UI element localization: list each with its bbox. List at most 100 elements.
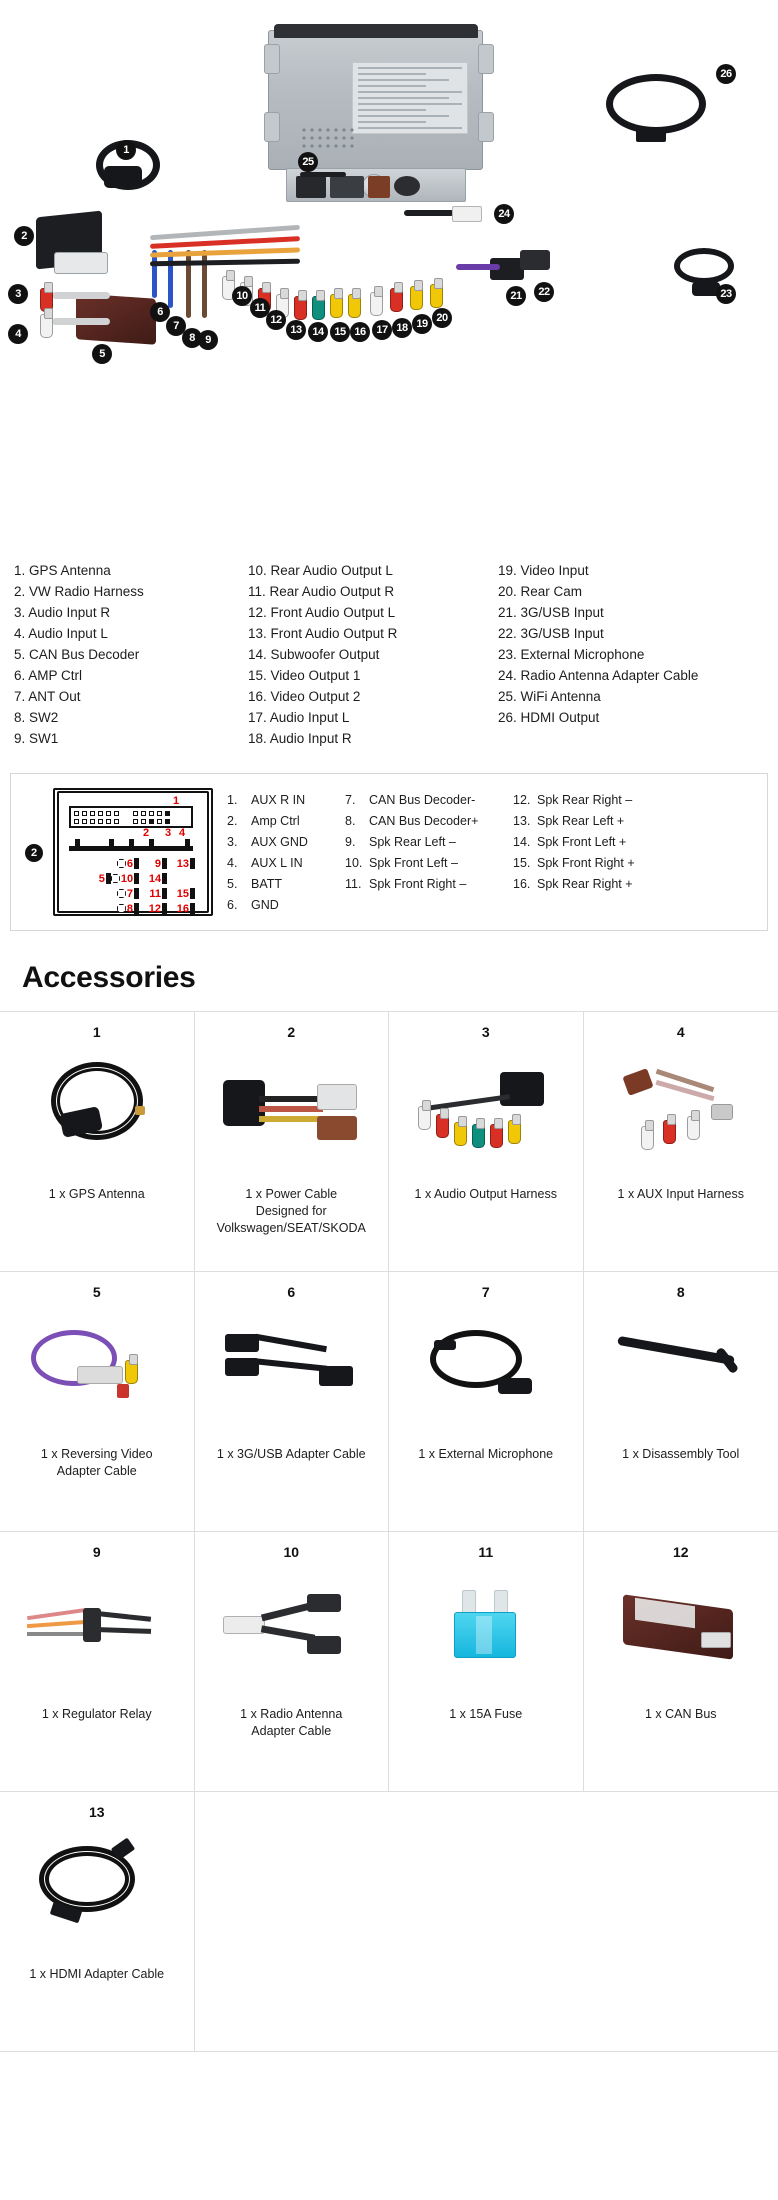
legend-item: 3. Audio Input R [14, 605, 111, 620]
usb-wire [456, 264, 500, 270]
pin-matrix-num: 9 [154, 857, 161, 870]
pinout-column-3: 12. Spk Rear Right – 13. Spk Rear Left + 1… [513, 790, 683, 916]
pin-group-left [71, 810, 122, 824]
accessory-cell-empty-c [584, 1792, 778, 2051]
rca-rear-cam [410, 280, 423, 310]
radio-antenna-adapter-icon [211, 1564, 371, 1704]
head-unit-bracket-left-bottom [264, 112, 280, 142]
accessory-cell-5[interactable]: 5 1 x Reversing Video Adapter Cable [0, 1272, 195, 1531]
accessory-number: 6 [287, 1284, 296, 1300]
accessory-cell-9[interactable]: 9 1 x Regulator Relay [0, 1532, 195, 1791]
accessories-row: 9 1 x Regulator Relay 10 1 x Radio Anten… [0, 1532, 778, 1792]
diagram-marker-10: 10 [232, 286, 252, 306]
head-unit-top-cover [274, 24, 478, 38]
accessory-cell-7[interactable]: 7 1 x External Microphone [389, 1272, 584, 1531]
accessory-caption: 1 x AUX Input Harness [617, 1187, 744, 1201]
accessory-cell-6[interactable]: 6 1 x 3G/USB Adapter Cable [195, 1272, 389, 1531]
pin-text: AUX GND [251, 835, 308, 849]
accessory-cell-3[interactable]: 3 1 x Audio Output Harness [389, 1012, 584, 1271]
pin-matrix-row: 5 10 14 [83, 871, 195, 886]
pin-text: BATT [251, 877, 283, 891]
accessory-caption: 1 x 15A Fuse [449, 1707, 523, 1721]
pin-group-right [130, 810, 173, 824]
accessory-cell-13[interactable]: 13 1 x HDMI Adapter Cable [0, 1792, 195, 2051]
legend-item: 16. Video Output 2 [248, 689, 361, 704]
radio-antenna-adapter-wire [404, 210, 454, 216]
pin-num: 8. [345, 814, 356, 828]
legend-item: 6. AMP Ctrl [14, 668, 83, 683]
pin-matrix-num: 13 [176, 857, 189, 870]
accessory-cell-2[interactable]: 2 1 x Power Cable Designed for Volkswage… [195, 1012, 389, 1271]
connector-block-a [296, 176, 326, 198]
accessory-cell-1[interactable]: 1 1 x GPS Antenna [0, 1012, 195, 1271]
legend-section: 1. GPS Antenna 2. VW Radio Harness 3. Au… [0, 560, 778, 765]
pin-matrix-num: 8 [126, 902, 133, 915]
legend-item: 7. ANT Out [14, 689, 81, 704]
pin-text: Spk Rear Right – [537, 793, 633, 807]
legend-item: 23. External Microphone [498, 647, 645, 662]
pin-clip-icon [110, 874, 120, 883]
legend-item: 17. Audio Input L [248, 710, 350, 725]
pin-num: 13. [513, 814, 531, 828]
pin-num: 1. [227, 793, 238, 807]
usb-adapter-cable-icon [211, 1304, 371, 1444]
accessory-number: 12 [672, 1544, 689, 1560]
pin-text: Amp Ctrl [251, 814, 300, 828]
diagram-marker-2: 2 [14, 226, 34, 246]
legend-item: 15. Video Output 1 [248, 668, 361, 683]
diagram-marker-20: 20 [432, 308, 452, 328]
pin-matrix-num: 7 [126, 887, 133, 900]
rca-wire-r [52, 292, 110, 299]
accessory-number: 4 [676, 1024, 685, 1040]
accessory-cell-10[interactable]: 10 1 x Radio Antenna Adapter Cable [195, 1532, 389, 1791]
wiring-diagram: 1 2 3 4 5 6 7 8 9 10 11 12 13 14 15 16 1… [0, 0, 778, 560]
pin-text: CAN Bus Decoder+ [369, 814, 479, 828]
microphone-icon [406, 1304, 566, 1444]
connector-pinout-panel: 2 1 2 3 4 6 9 13 5 10 14 7 11 15 8 12 16… [10, 773, 768, 931]
diagram-marker-22: 22 [534, 282, 554, 302]
accessory-cell-4[interactable]: 4 1 x AUX Input Harness [584, 1012, 778, 1271]
rca-subwoofer-output [294, 290, 307, 320]
pin-matrix-num: 12 [148, 902, 161, 915]
regulator-relay-icon [17, 1564, 177, 1704]
accessory-cell-11[interactable]: 11 1 x 15A Fuse [389, 1532, 584, 1791]
accessory-caption: 1 x Power Cable Designed for Volkswagen/… [216, 1187, 366, 1235]
accessory-number: 9 [92, 1544, 101, 1560]
pin-matrix-row: 7 11 15 [83, 886, 195, 901]
pin-num: 7. [345, 793, 356, 807]
diagram-marker-17: 17 [372, 320, 392, 340]
pin-clip-icon [116, 859, 126, 868]
accessory-number: 5 [92, 1284, 101, 1300]
head-unit-spec-label [352, 62, 468, 134]
legend-item: 19. Video Input [498, 563, 589, 578]
accessory-caption: 1 x GPS Antenna [48, 1187, 145, 1201]
page-title: Accessories [22, 961, 196, 994]
accessory-cell-12[interactable]: 12 1 x CAN Bus [584, 1532, 778, 1791]
accessory-number: 2 [287, 1024, 296, 1040]
fuse-icon [406, 1564, 566, 1704]
pinout-column-1: 1. AUX R IN 2. Amp Ctrl 3. AUX GND 4. AUX L … [227, 790, 345, 916]
legend-item: 14. Subwoofer Output [248, 647, 380, 662]
pin-clip-icon [116, 904, 126, 913]
audio-output-harness-icon [406, 1044, 566, 1184]
legend-item: 2. VW Radio Harness [14, 584, 144, 599]
connector-block-b [330, 176, 364, 198]
pin-text: AUX R IN [251, 793, 306, 807]
accessory-cell-8[interactable]: 8 1 x Disassembly Tool [584, 1272, 778, 1531]
pin-num: 14. [513, 835, 531, 849]
accessory-cell-empty-b [389, 1792, 584, 2051]
accessory-caption: 1 x HDMI Adapter Cable [29, 1967, 165, 1981]
pinout-column-2: 7. CAN Bus Decoder- 8. CAN Bus Decoder+ 9.… [345, 790, 513, 916]
diagram-marker-19: 19 [412, 314, 432, 334]
pinout-lists: 1. AUX R IN 2. Amp Ctrl 3. AUX GND 4. AUX L … [221, 786, 757, 916]
pin-text: Spk Front Left + [537, 835, 627, 849]
connector-block-antenna [394, 176, 420, 196]
rca-audio-input-r-2 [370, 286, 383, 316]
connector-pin-strip [69, 806, 193, 828]
pin-text: Spk Rear Right + [537, 877, 633, 891]
pin-num: 6. [227, 898, 238, 912]
legend-item: 18. Audio Input R [248, 731, 352, 746]
accessories-table: 1 1 x GPS Antenna 2 1 x Power Cable Desi… [0, 1011, 778, 2052]
legend-item: 5. CAN Bus Decoder [14, 647, 140, 662]
pin-text: Spk Rear Left + [537, 814, 625, 828]
